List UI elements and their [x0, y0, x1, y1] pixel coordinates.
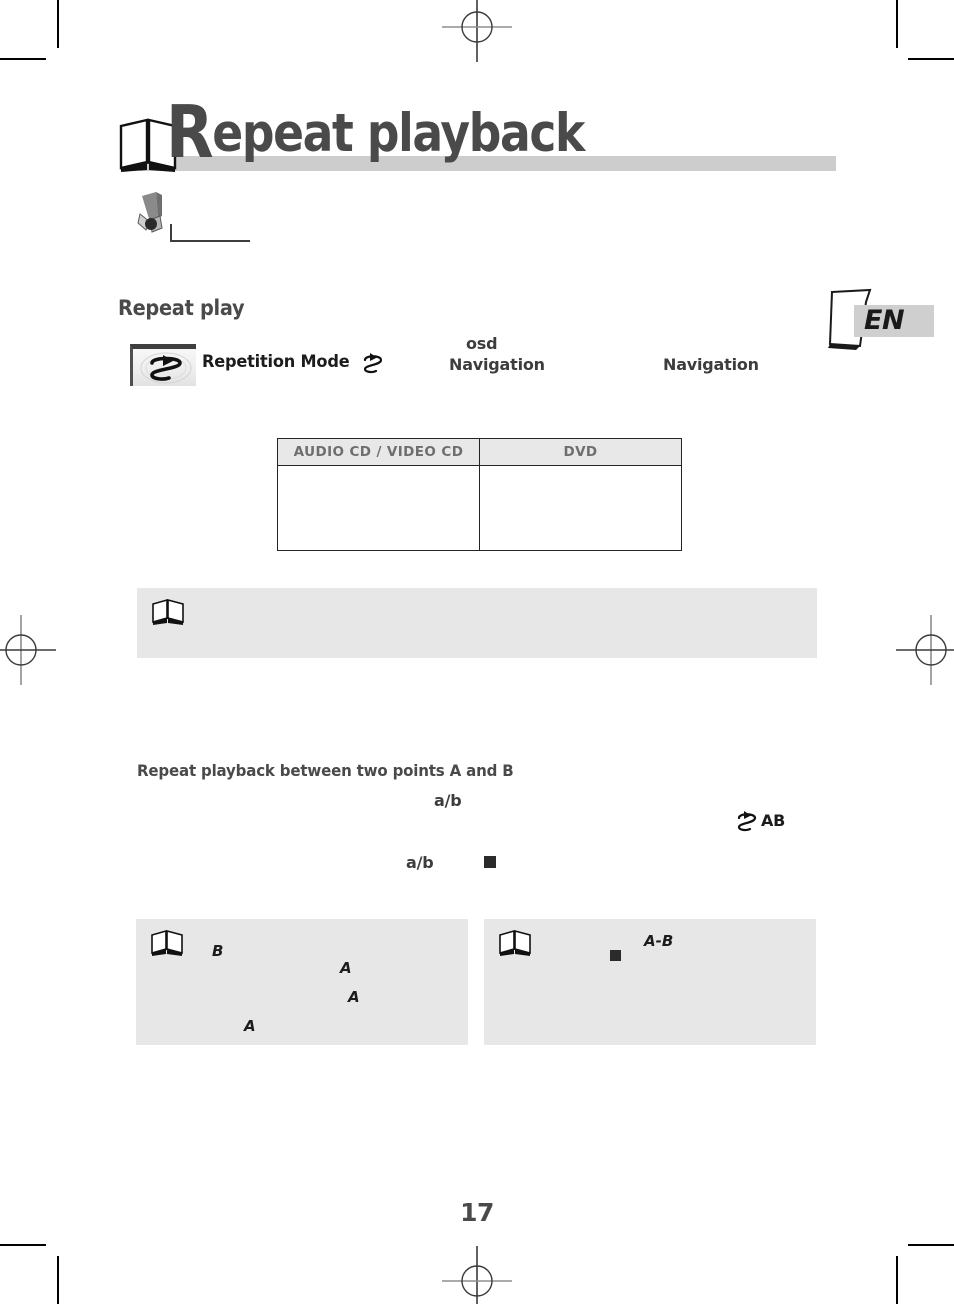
- table-row: [277, 465, 682, 551]
- stop-square-icon-2: [610, 950, 621, 961]
- section-heading-repeat-play: Repeat play: [118, 296, 245, 320]
- repeat-ab-label: AB: [761, 811, 786, 830]
- note-marker-a-3: A: [244, 1017, 256, 1035]
- note-marker-a-1: A: [340, 959, 352, 977]
- note-box-bottom-right: A-B: [484, 919, 816, 1045]
- open-book-icon: [151, 929, 183, 956]
- crop-mark-bottom-left-vertical: [57, 1256, 59, 1304]
- registration-mark-left: [0, 615, 56, 685]
- crop-mark-top-right-vertical: [896, 0, 898, 48]
- page-title-capital: R: [166, 90, 214, 174]
- open-book-icon: [499, 929, 531, 956]
- language-badge: EN: [826, 288, 938, 350]
- open-book-icon: [152, 598, 184, 625]
- page-number: 17: [460, 1198, 494, 1227]
- note-marker-a-b: A-B: [644, 932, 674, 950]
- note-box-top: [137, 588, 817, 658]
- document-page: Repeat playback EN Repeat play Repetitio…: [0, 0, 954, 1304]
- ab-key-label-2: a/b: [406, 853, 434, 872]
- table-cell-dvd: [479, 465, 682, 551]
- repeat-loop-icon-inline-2: [737, 811, 757, 832]
- crop-mark-top-left-vertical: [57, 0, 59, 48]
- page-title: Repeat playback: [166, 96, 585, 168]
- table-header-row: AUDIO CD / VIDEO CD DVD: [277, 438, 682, 466]
- table-cell-audio-video-cd: [277, 465, 480, 551]
- registration-mark-top: [442, 0, 512, 62]
- warning-note-marker: [136, 190, 276, 250]
- language-badge-label: EN: [864, 305, 905, 336]
- crop-mark-bottom-right-vertical: [896, 1256, 898, 1304]
- repeat-loop-icon-inline-1: [363, 353, 383, 374]
- crop-mark-bottom-left-horizontal: [0, 1244, 46, 1246]
- note-box-bottom-left: B A A A: [136, 919, 468, 1045]
- note-marker-b: B: [212, 942, 224, 960]
- note-marker-a-2: A: [348, 988, 360, 1006]
- navigation-label-2: Navigation: [663, 355, 759, 374]
- warning-rule-horizontal: [170, 240, 250, 242]
- remote-key-repetition-mode[interactable]: [130, 344, 196, 386]
- registration-mark-bottom: [442, 1246, 512, 1304]
- ab-key-label-1: a/b: [434, 791, 462, 810]
- crop-mark-bottom-right-horizontal: [908, 1244, 954, 1246]
- page-header: Repeat playback: [118, 96, 838, 184]
- section-heading-two-point-repeat: Repeat playback between two points A and…: [137, 761, 514, 780]
- registration-mark-right: [896, 615, 954, 685]
- table-column-header-audio-video-cd: AUDIO CD / VIDEO CD: [277, 438, 480, 466]
- compatibility-table: AUDIO CD / VIDEO CD DVD: [277, 438, 682, 551]
- osd-label: osd: [466, 334, 498, 353]
- repeat-loop-icon: [140, 352, 192, 384]
- stop-square-icon-1: [484, 856, 496, 868]
- table-column-header-dvd: DVD: [479, 438, 682, 466]
- navigation-label-1: Navigation: [449, 355, 545, 374]
- page-title-rest: epeat playback: [212, 103, 585, 164]
- exclamation-mark-icon: [137, 192, 163, 233]
- remote-key-label: Repetition Mode: [202, 352, 350, 372]
- crop-mark-top-left-horizontal: [0, 58, 46, 60]
- crop-mark-top-right-horizontal: [908, 58, 954, 60]
